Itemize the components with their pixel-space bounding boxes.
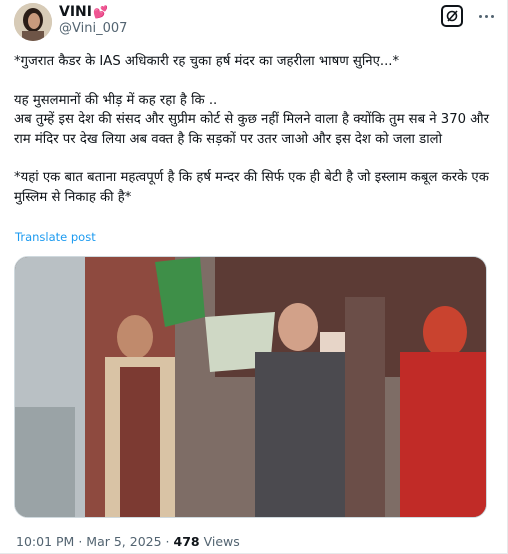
more-icon-dot <box>490 14 494 18</box>
avatar-image <box>14 3 52 41</box>
translate-post-link[interactable]: Translate post <box>15 230 96 244</box>
more-icon-dot <box>484 14 488 18</box>
avatar[interactable] <box>14 3 52 41</box>
video-thumbnail[interactable] <box>14 256 487 518</box>
post-line-3: अब तुम्हें इस देश की संसद और सुप्रीम कोर… <box>14 112 490 147</box>
grok-icon <box>446 10 458 22</box>
meta-separator: · <box>165 534 170 549</box>
meta-separator: · <box>78 534 83 549</box>
post-line-4: *यहां एक बात बताना महत्वपूर्ण है कि हर्ष… <box>14 170 489 205</box>
author-name-text: VINI <box>59 4 92 20</box>
author-name[interactable]: VINI💕 <box>59 4 108 21</box>
post-time[interactable]: 10:01 PM <box>16 534 74 549</box>
post-meta: 10:01 PM · Mar 5, 2025 · 478 Views <box>16 534 240 549</box>
post-card: VINI💕 @Vini_007 *गुजरात कैडर के IAS अधिक… <box>0 0 508 554</box>
author-handle[interactable]: @Vini_007 <box>59 21 127 37</box>
views-count: 478 <box>173 534 200 549</box>
post-line-1: *गुजरात कैडर के IAS अधिकारी रह चुका हर्ष… <box>14 54 400 69</box>
more-icon-dot <box>478 14 482 18</box>
post-text: *गुजरात कैडर के IAS अधिकारी रह चुका हर्ष… <box>14 52 494 207</box>
more-button[interactable] <box>471 6 501 26</box>
video-frame <box>15 257 486 517</box>
heart-emoji: 💕 <box>92 5 108 19</box>
post-line-2: यह मुसलमानों की भीड़ में कह रहा है कि .. <box>14 92 218 108</box>
views-label: Views <box>203 534 240 549</box>
grok-button[interactable] <box>441 5 463 27</box>
post-date[interactable]: Mar 5, 2025 <box>86 534 161 549</box>
